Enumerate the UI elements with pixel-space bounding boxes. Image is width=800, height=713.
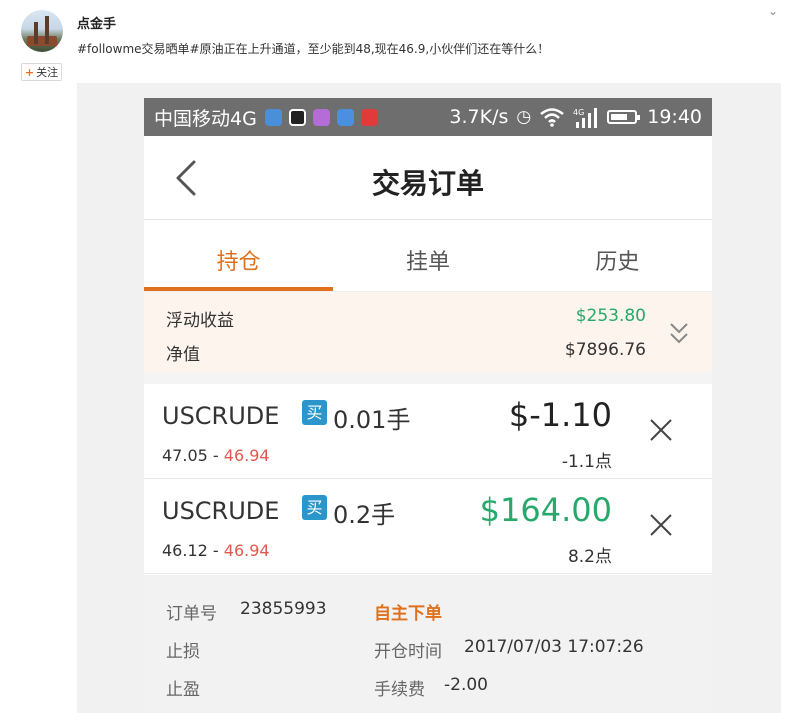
order-symbol: USCRUDE [162, 402, 280, 430]
fee-value: -2.00 [444, 675, 488, 695]
order-no-value: 23855993 [240, 599, 327, 619]
network-speed: 3.7K/s [449, 106, 509, 128]
stop-loss-label: 止损 [166, 642, 200, 662]
open-price: 47.05 [162, 446, 208, 465]
follow-label: 关注 [36, 66, 59, 79]
alarm-icon: ◷ [516, 107, 532, 127]
order-profit: $164.00 [479, 491, 612, 529]
author-name[interactable]: 点金手 [77, 13, 116, 32]
buy-badge: 买 [302, 400, 327, 425]
order-points: -1.1点 [561, 452, 612, 472]
open-time-value: 2017/07/03 17:07:26 [464, 637, 644, 657]
account-summary: 浮动收益 净值 $253.80 $7896.76 [144, 292, 712, 372]
double-chevron-down-icon[interactable] [668, 320, 690, 346]
open-time-label: 开仓时间 [374, 642, 442, 662]
order-no-label: 订单号 [166, 604, 217, 624]
qq-icon [288, 108, 306, 126]
chevron-down-icon[interactable]: ⌄ [766, 4, 780, 18]
current-price: 46.94 [223, 541, 270, 560]
order-lots: 0.2手 [333, 501, 396, 529]
order-row[interactable]: USCRUDE 买 0.01手 47.05 - 46.94 $-1.10 -1.… [144, 384, 712, 479]
fee-label: 手续费 [374, 680, 425, 700]
huawei-icon [360, 108, 378, 126]
gallery-icon [312, 108, 330, 126]
order-type: 自主下单 [374, 604, 442, 624]
svg-text:4G: 4G [573, 108, 584, 117]
divider [144, 372, 712, 384]
open-price: 46.12 [162, 541, 208, 560]
order-row[interactable]: USCRUDE 买 0.2手 46.12 - 46.94 $164.00 8.2… [144, 479, 712, 574]
order-points: 8.2点 [567, 547, 612, 567]
tab-pending[interactable]: 挂单 [333, 220, 522, 291]
buy-badge: 买 [302, 495, 327, 520]
page-title: 交易订单 [371, 167, 484, 200]
close-icon[interactable] [648, 417, 674, 443]
status-bar: 中国移动4G 3.7K/s ◷ 4G 19:40 [144, 98, 712, 136]
order-prices: 46.12 - 46.94 [162, 541, 270, 560]
tab-positions[interactable]: 持仓 [144, 220, 334, 291]
battery-icon [607, 110, 641, 124]
author-avatar[interactable] [21, 10, 63, 52]
equity-label: 净值 [166, 345, 200, 365]
browser-icon [264, 108, 282, 126]
signal-icon: 4G [573, 108, 598, 128]
floating-pl-label: 浮动收益 [166, 311, 234, 331]
order-prices: 47.05 - 46.94 [162, 446, 270, 465]
cloud-icon [336, 108, 354, 126]
wifi-icon [540, 108, 565, 127]
tab-history[interactable]: 历史 [523, 220, 712, 291]
follow-button[interactable]: + 关注 [21, 63, 62, 81]
plus-icon: + [24, 65, 35, 79]
weibo-post: 点金手 #followme交易晒单#原油正在上升通道，至少能到48,现在46.9… [0, 0, 800, 713]
floating-pl-value: $253.80 [575, 306, 646, 326]
take-profit-label: 止盈 [166, 680, 200, 700]
nav-bar: 交易订单 [144, 136, 712, 220]
equity-value: $7896.76 [564, 340, 646, 360]
order-symbol: USCRUDE [162, 497, 280, 525]
order-profit: $-1.10 [508, 396, 612, 434]
clock-time: 19:40 [647, 106, 702, 128]
close-icon[interactable] [648, 512, 674, 538]
post-text: #followme交易晒单#原油正在上升通道，至少能到48,现在46.9,小伙伴… [77, 42, 550, 56]
order-tabs: 持仓 挂单 历史 [144, 220, 712, 292]
screenshot-image[interactable]: 中国移动4G 3.7K/s ◷ 4G 19:40 交易订单 持仓 挂单 历史 浮… [144, 98, 712, 713]
order-lots: 0.01手 [333, 406, 411, 434]
current-price: 46.94 [223, 446, 270, 465]
order-details-panel: 订单号 23855993 自主下单 止损 开仓时间 2017/07/03 17:… [144, 575, 712, 713]
carrier-label: 中国移动4G [154, 107, 257, 130]
